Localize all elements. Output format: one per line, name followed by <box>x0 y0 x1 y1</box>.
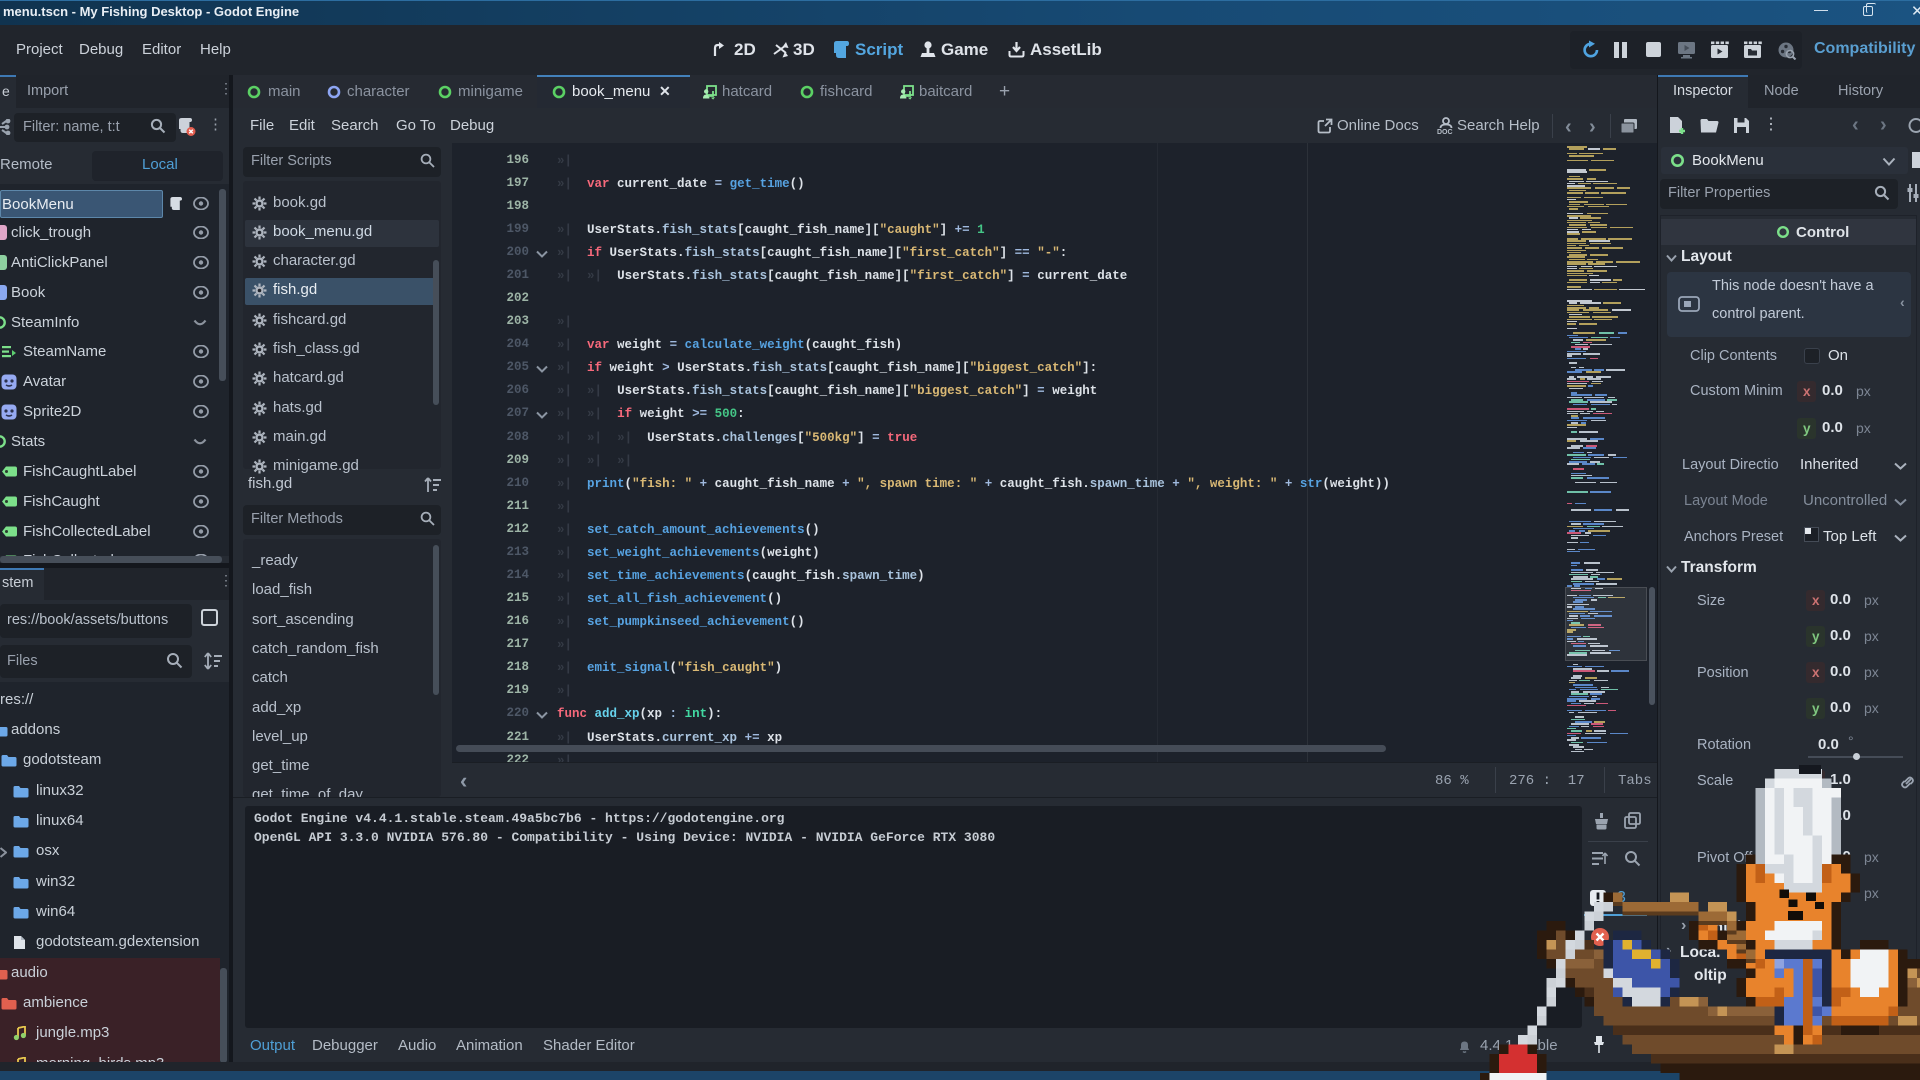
svg-text:DOC: DOC <box>1437 129 1453 135</box>
